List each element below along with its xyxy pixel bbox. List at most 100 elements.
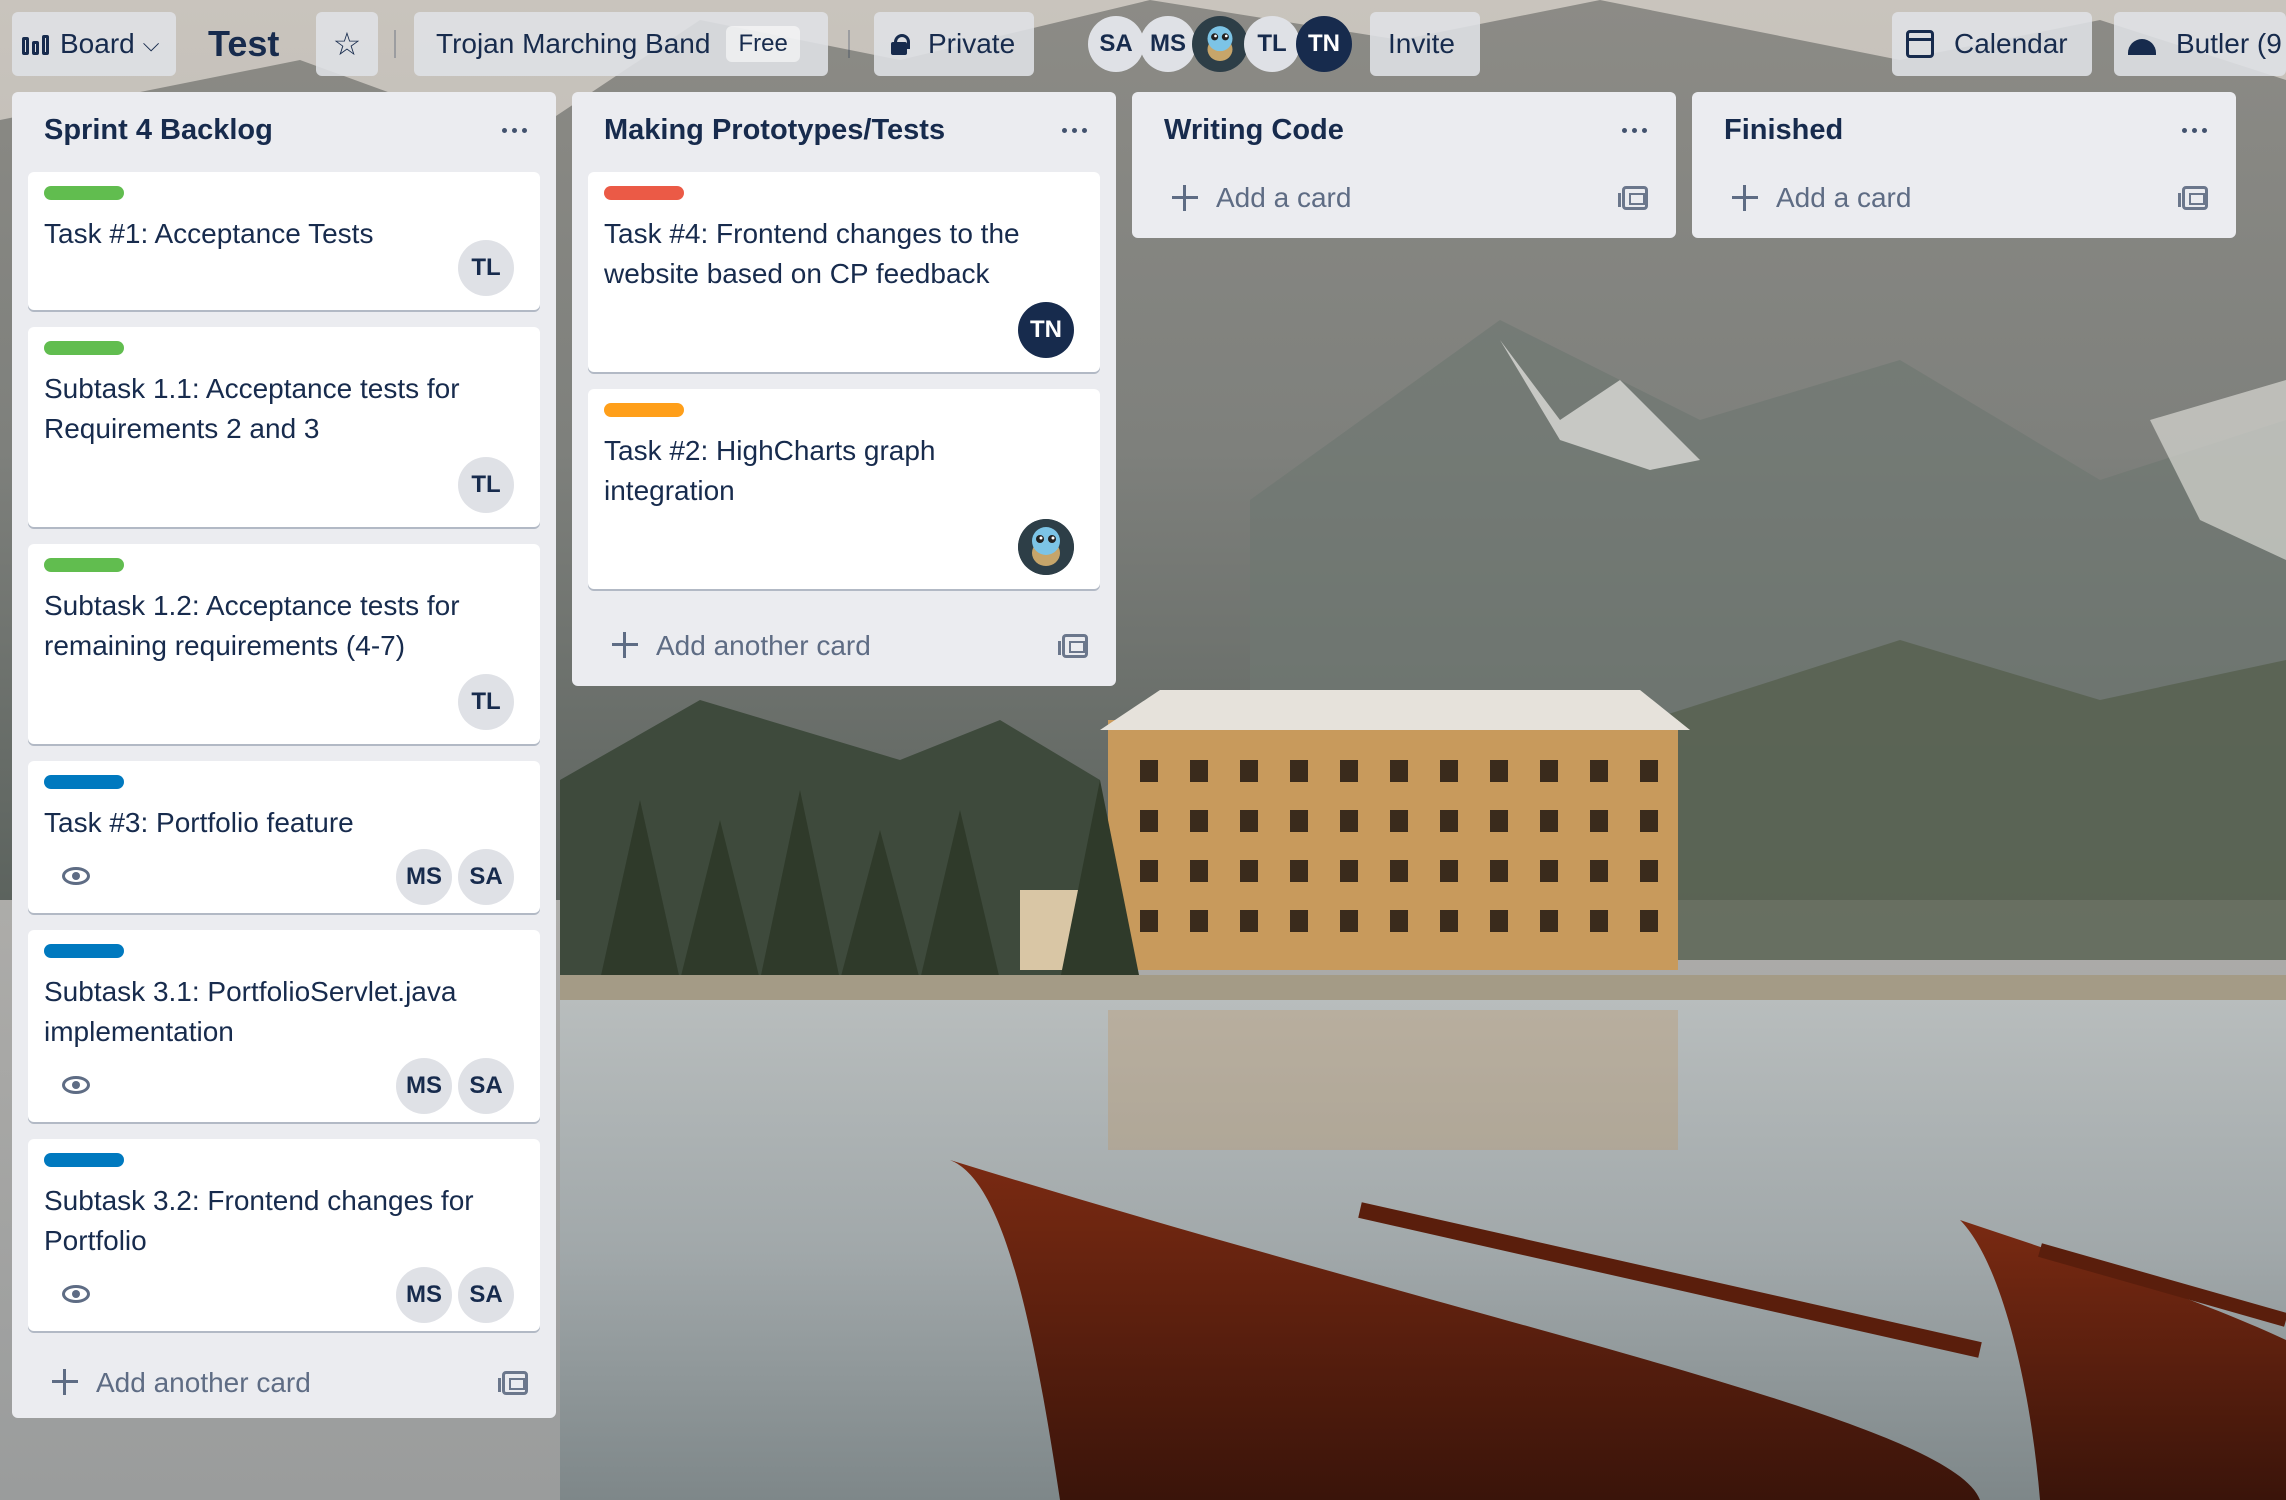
board-icon	[22, 33, 52, 55]
board-members: SA MS TL TN	[1088, 16, 1352, 72]
squirtle-avatar-icon	[1018, 519, 1074, 575]
team-name: Trojan Marching Band	[436, 28, 711, 59]
add-card-label: Add a card	[1776, 182, 1912, 213]
card[interactable]: Task #2: HighCharts graph integration	[588, 389, 1100, 589]
card-member-avatar[interactable]: MS	[396, 849, 452, 905]
card-title: Task #1: Acceptance Tests	[44, 218, 374, 249]
divider	[394, 30, 396, 58]
list-title[interactable]: Sprint 4 Backlog	[44, 114, 273, 147]
list-title[interactable]: Making Prototypes/Tests	[604, 114, 945, 147]
view-switcher-label: Board	[60, 28, 135, 59]
card-member-avatar[interactable]: SA	[458, 1058, 514, 1114]
card-list: Task #1: Acceptance Tests TL Subtask 1.1…	[12, 172, 556, 1331]
card[interactable]: Subtask 1.2: Acceptance tests for remain…	[28, 544, 540, 744]
card-member-avatar-squirtle[interactable]	[1018, 519, 1074, 575]
list-menu-icon[interactable]	[2174, 112, 2214, 148]
squirtle-avatar-icon	[1195, 19, 1245, 69]
calendar-button[interactable]: Calendar	[1892, 12, 2092, 76]
list-header: Sprint 4 Backlog	[12, 92, 556, 172]
card-member-avatar[interactable]: SA	[458, 849, 514, 905]
add-card-button[interactable]: Add another card	[12, 1348, 556, 1418]
card-title: Subtask 3.1: PortfolioServlet.java imple…	[44, 976, 457, 1047]
list-menu-icon[interactable]	[1054, 112, 1094, 148]
card[interactable]: Task #1: Acceptance Tests TL	[28, 172, 540, 310]
plus-icon	[1172, 185, 1198, 211]
add-card-button[interactable]: Add a card	[1132, 158, 1676, 238]
card-title: Task #3: Portfolio feature	[44, 807, 354, 838]
add-card-button[interactable]: Add another card	[572, 606, 1116, 686]
plus-icon	[52, 1369, 78, 1395]
avatar[interactable]: MS	[1140, 16, 1196, 72]
add-card-label: Add another card	[96, 1367, 311, 1398]
card-title: Subtask 1.2: Acceptance tests for remain…	[44, 590, 460, 661]
card-template-icon[interactable]	[2178, 186, 2208, 210]
view-switcher-button[interactable]: Board ⌵	[12, 12, 176, 76]
label-blue[interactable]	[44, 1153, 124, 1167]
card-member-avatar[interactable]: TL	[458, 457, 514, 513]
visibility-label: Private	[928, 28, 1016, 59]
list-menu-icon[interactable]	[494, 112, 534, 148]
card-member-avatar[interactable]: TL	[458, 674, 514, 730]
list-title[interactable]: Finished	[1724, 114, 1843, 147]
watch-icon	[62, 867, 90, 885]
card-title: Task #4: Frontend changes to the website…	[604, 218, 1020, 289]
avatar[interactable]: SA	[1088, 16, 1144, 72]
watch-icon	[62, 1076, 90, 1094]
card-template-icon[interactable]	[1058, 634, 1088, 658]
list-title[interactable]: Writing Code	[1164, 114, 1344, 147]
card[interactable]: Subtask 3.2: Frontend changes for Portfo…	[28, 1139, 540, 1331]
avatar[interactable]: TN	[1296, 16, 1352, 72]
card-member-avatar[interactable]: MS	[396, 1058, 452, 1114]
card-template-icon[interactable]	[498, 1371, 528, 1395]
list-making-prototypes: Making Prototypes/Tests Task #4: Fronten…	[572, 92, 1116, 686]
card-member-avatar[interactable]: TN	[1018, 302, 1074, 358]
list-header: Finished	[1692, 92, 2236, 158]
card-title: Subtask 1.1: Acceptance tests for Requir…	[44, 373, 460, 444]
butler-icon	[2128, 39, 2156, 55]
avatar[interactable]: TL	[1244, 16, 1300, 72]
board-header: Board ⌵ Test ☆ Trojan Marching Band Free…	[0, 0, 2286, 88]
butler-label: Butler (9	[2176, 28, 2282, 59]
card-member-avatar[interactable]: MS	[396, 1267, 452, 1323]
chevron-down-icon: ⌵	[142, 31, 160, 56]
card[interactable]: Task #4: Frontend changes to the website…	[588, 172, 1100, 372]
list-menu-icon[interactable]	[1614, 112, 1654, 148]
list-header: Making Prototypes/Tests	[572, 92, 1116, 172]
butler-button[interactable]: Butler (9	[2114, 12, 2286, 76]
avatar-squirtle[interactable]	[1192, 16, 1248, 72]
calendar-icon	[1906, 30, 1934, 58]
add-card-button[interactable]: Add a card	[1692, 158, 2236, 238]
card-list: Task #4: Frontend changes to the website…	[572, 172, 1116, 589]
label-orange[interactable]	[604, 403, 684, 417]
card-template-icon[interactable]	[1618, 186, 1648, 210]
card-member-avatar[interactable]: SA	[458, 1267, 514, 1323]
watch-icon	[62, 1285, 90, 1303]
star-button[interactable]: ☆	[316, 12, 378, 76]
card-member-avatar[interactable]: TL	[458, 240, 514, 296]
team-button[interactable]: Trojan Marching Band Free	[414, 12, 828, 76]
list-writing-code: Writing Code Add a card	[1132, 92, 1676, 238]
add-card-label: Add a card	[1216, 182, 1352, 213]
list-finished: Finished Add a card	[1692, 92, 2236, 238]
label-green[interactable]	[44, 341, 124, 355]
board-title[interactable]: Test	[196, 12, 294, 76]
label-green[interactable]	[44, 558, 124, 572]
label-blue[interactable]	[44, 944, 124, 958]
list-sprint-4-backlog: Sprint 4 Backlog Task #1: Acceptance Tes…	[12, 92, 556, 1418]
plan-badge: Free	[726, 26, 800, 62]
divider	[848, 30, 850, 58]
card[interactable]: Task #3: Portfolio feature MS SA	[28, 761, 540, 913]
label-red[interactable]	[604, 186, 684, 200]
add-card-label: Add another card	[656, 630, 871, 661]
calendar-label: Calendar	[1954, 28, 2068, 59]
plus-icon	[1732, 185, 1758, 211]
lock-icon	[888, 33, 910, 55]
card[interactable]: Subtask 1.1: Acceptance tests for Requir…	[28, 327, 540, 527]
card-title: Task #2: HighCharts graph integration	[604, 435, 936, 506]
label-blue[interactable]	[44, 775, 124, 789]
invite-button[interactable]: Invite	[1370, 12, 1480, 76]
card[interactable]: Subtask 3.1: PortfolioServlet.java imple…	[28, 930, 540, 1122]
visibility-button[interactable]: Private	[874, 12, 1034, 76]
star-icon: ☆	[332, 26, 362, 62]
label-green[interactable]	[44, 186, 124, 200]
